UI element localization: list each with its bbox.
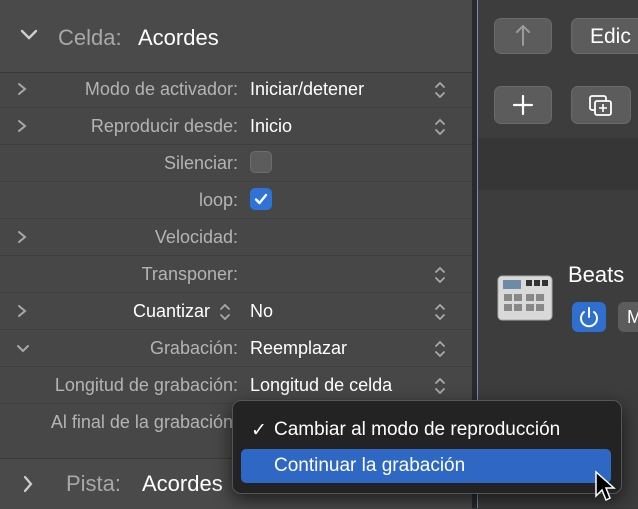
- play-from-value[interactable]: Inicio: [250, 116, 292, 137]
- row-mute: Silenciar:: [0, 145, 472, 182]
- row-recording: Grabación: Reemplazar: [0, 330, 472, 367]
- duplicate-icon: [589, 95, 612, 116]
- menu-item-label: Cambiar al modo de reproducción: [274, 419, 561, 440]
- end-of-recording-label: Al final de la grabación:: [50, 412, 238, 432]
- updown-stepper-icon[interactable]: [433, 302, 447, 322]
- track-power-button[interactable]: [572, 302, 606, 332]
- cell-header-value: Acordes: [138, 25, 219, 50]
- record-length-value[interactable]: Longitud de celda: [250, 375, 392, 396]
- plus-icon: [512, 94, 534, 116]
- play-from-label: Reproducir desde:: [90, 116, 238, 136]
- track-header-value: Acordes: [142, 471, 223, 496]
- row-record-length: Longitud de grabación: Longitud de celda: [0, 367, 472, 404]
- checkmark-icon: [254, 193, 268, 205]
- updown-stepper-icon[interactable]: [218, 302, 232, 322]
- chevron-right-icon[interactable]: [16, 82, 28, 96]
- chevron-right-icon[interactable]: [16, 304, 28, 318]
- updown-stepper-icon[interactable]: [433, 117, 447, 137]
- tracks-band: [478, 138, 638, 190]
- row-velocity: Velocidad:: [0, 219, 472, 256]
- chevron-right-icon[interactable]: [16, 230, 28, 244]
- chevron-down-icon[interactable]: [16, 343, 30, 355]
- record-length-label: Longitud de grabación:: [54, 375, 238, 395]
- row-transpose: Transponer:: [0, 256, 472, 293]
- power-icon: [580, 307, 598, 328]
- track-name: Beats: [568, 262, 625, 287]
- velocity-label: Velocidad:: [154, 227, 238, 247]
- mouse-pointer-icon: [595, 470, 616, 502]
- row-loop: loop:: [0, 182, 472, 219]
- mute-track-button[interactable]: M: [618, 302, 638, 332]
- updown-stepper-icon[interactable]: [433, 339, 447, 359]
- quantize-label[interactable]: Cuantizar: [133, 301, 210, 322]
- mute-label: Silenciar:: [163, 153, 238, 173]
- mute-checkbox[interactable]: [250, 151, 272, 173]
- edit-menu-button[interactable]: Edic: [571, 18, 638, 54]
- menu-item-continue-recording[interactable]: Continuar la grabación: [241, 449, 611, 483]
- cell-header-label: Celda:: [58, 25, 122, 50]
- quantize-value[interactable]: No: [250, 301, 273, 322]
- updown-stepper-icon[interactable]: [433, 376, 447, 396]
- track-header-label: Pista:: [66, 471, 122, 496]
- trigger-mode-label: Modo de activador:: [84, 79, 238, 99]
- trigger-mode-value[interactable]: Iniciar/detener: [250, 79, 364, 100]
- menu-item-switch-to-play[interactable]: ✓ Cambiar al modo de reproducción: [241, 413, 611, 447]
- row-play-from: Reproducir desde: Inicio: [0, 108, 472, 145]
- menu-item-label: Continuar la grabación: [274, 455, 466, 476]
- arrow-up-icon: [516, 24, 530, 46]
- checkmark-icon: ✓: [251, 420, 267, 441]
- row-quantize: Cuantizar No: [0, 293, 472, 330]
- updown-stepper-icon[interactable]: [433, 265, 447, 285]
- drum-machine-icon: [497, 275, 553, 321]
- transpose-label: Transponer:: [141, 264, 238, 284]
- chevron-down-icon[interactable]: [20, 28, 38, 42]
- duplicate-track-button[interactable]: [571, 86, 631, 124]
- loop-checkbox[interactable]: [250, 188, 272, 210]
- updown-stepper-icon[interactable]: [433, 80, 447, 100]
- recording-label: Grabación:: [149, 338, 238, 358]
- chevron-right-icon[interactable]: [22, 475, 34, 493]
- cell-header[interactable]: Celda: Acordes: [0, 0, 472, 73]
- chevron-right-icon[interactable]: [16, 119, 28, 133]
- up-button[interactable]: [494, 18, 552, 54]
- add-track-button[interactable]: [494, 86, 552, 124]
- loop-label: loop:: [198, 190, 238, 210]
- row-trigger-mode: Modo de activador: Iniciar/detener: [0, 71, 472, 108]
- recording-value[interactable]: Reemplazar: [250, 338, 347, 359]
- end-of-recording-popup: ✓ Cambiar al modo de reproducción Contin…: [232, 400, 622, 494]
